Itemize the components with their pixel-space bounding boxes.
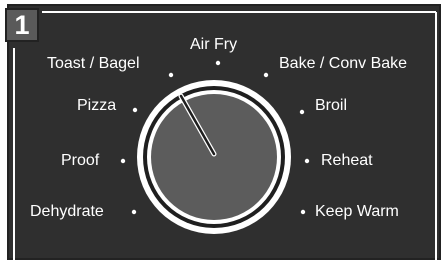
label-proof[interactable]: Proof xyxy=(61,153,99,169)
dot-air-fry xyxy=(215,60,221,66)
label-reheat[interactable]: Reheat xyxy=(321,153,373,169)
dot-reheat xyxy=(304,158,310,164)
label-air-fry[interactable]: Air Fry xyxy=(190,37,237,53)
label-keep-warm[interactable]: Keep Warm xyxy=(315,204,399,220)
label-pizza[interactable]: Pizza xyxy=(77,98,116,114)
label-toast-bagel[interactable]: Toast / Bagel xyxy=(47,56,140,72)
dot-broil xyxy=(299,109,305,115)
label-bake-conv-bake[interactable]: Bake / Conv Bake xyxy=(279,56,407,72)
label-dehydrate[interactable]: Dehydrate xyxy=(30,204,104,220)
label-broil[interactable]: Broil xyxy=(315,98,347,114)
dot-keep-warm xyxy=(300,209,306,215)
dot-toast-bagel xyxy=(168,72,174,78)
dot-proof xyxy=(120,158,126,164)
dot-pizza xyxy=(132,107,138,113)
dot-bake-conv-bake xyxy=(263,72,269,78)
dot-dehydrate xyxy=(131,209,137,215)
dial-knob-face[interactable] xyxy=(151,94,277,220)
